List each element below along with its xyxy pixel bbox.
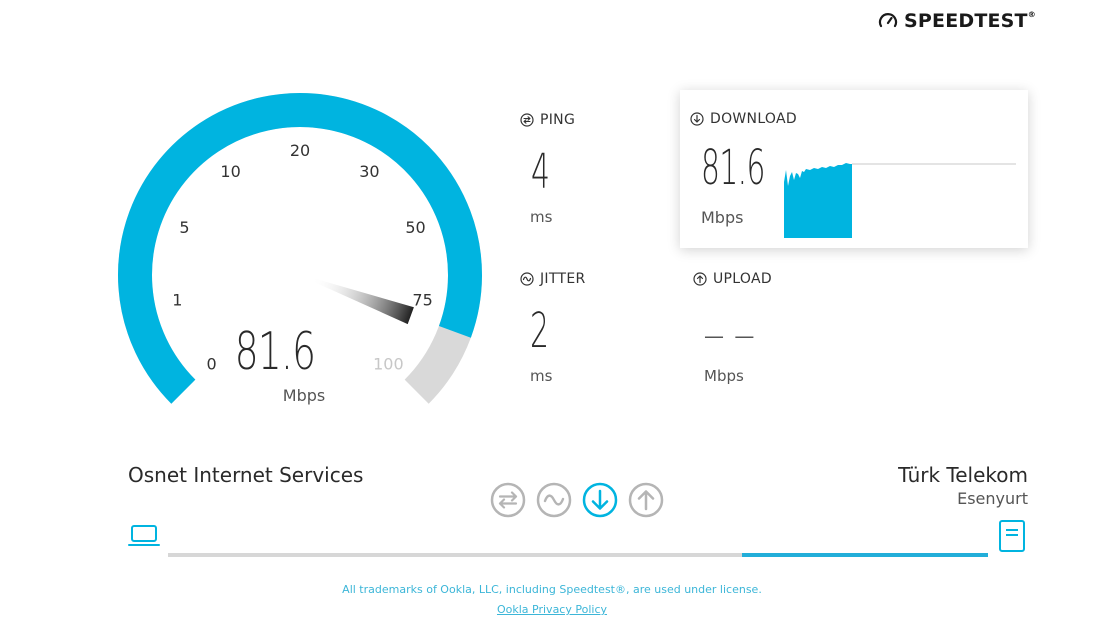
brand-name: SPEEDTEST® [904,10,1036,32]
download-step-icon[interactable] [582,482,618,518]
download-unit: Mbps [701,208,744,227]
gauge-tick-label: 5 [179,218,189,237]
speedtest-logo: SPEEDTEST® [878,8,1036,34]
jitter-step-icon[interactable] [536,482,572,518]
trademark-notice: All trademarks of Ookla, LLC, including … [342,583,762,596]
jitter-label: JITTER [540,271,586,287]
trademark-mark: ® [1027,10,1036,19]
download-value: 81.6 [701,140,765,196]
upload-step-icon[interactable] [628,482,664,518]
download-card: DOWNLOAD 81.6 Mbps [680,90,1028,248]
upload-label: UPLOAD [713,271,772,287]
ping-header: PING [520,112,575,128]
server-name[interactable]: Türk Telekom [898,463,1028,487]
gauge-tick-label: 10 [220,162,240,181]
ping-unit: ms [530,208,553,226]
upload-header: UPLOAD [693,271,772,287]
upload-unit: Mbps [704,367,744,385]
gauge-tick-label: 30 [359,162,379,181]
server-location: Esenyurt [957,489,1028,508]
speedometer-icon [878,13,898,28]
jitter-value: 2 [530,303,549,359]
test-step-indicators [490,482,664,518]
ping-label: PING [540,112,576,128]
server-icon [999,520,1025,552]
gauge-tick-label: 75 [412,290,432,309]
gauge-speed-value: 81.6 [234,322,316,382]
download-label: DOWNLOAD [710,111,797,127]
connection-progress-fill [742,553,988,557]
gauge-speed-unit: Mbps [282,386,326,405]
ping-value: 4 [531,144,550,200]
jitter-icon [520,272,534,286]
jitter-header: JITTER [520,271,586,287]
connection-progress-track [168,553,988,557]
gauge-tick-label: 100 [373,354,404,373]
jitter-unit: ms [530,367,553,385]
download-header: DOWNLOAD [690,111,797,127]
gauge-tick-label: 20 [290,141,310,160]
upload-value: — — [704,324,757,348]
gauge-tick-label: 50 [405,218,425,237]
privacy-policy-link[interactable]: Ookla Privacy Policy [497,603,607,616]
laptop-icon [128,525,160,546]
gauge-needle [310,277,414,325]
privacy-policy-container: Ookla Privacy Policy [0,603,1104,616]
download-icon [690,112,704,126]
isp-name: Osnet Internet Services [128,463,364,487]
ping-icon [520,113,534,127]
ping-step-icon[interactable] [490,482,526,518]
download-speed-graph [784,163,1016,238]
upload-icon [693,272,707,286]
gauge-tick-label: 1 [172,290,182,309]
